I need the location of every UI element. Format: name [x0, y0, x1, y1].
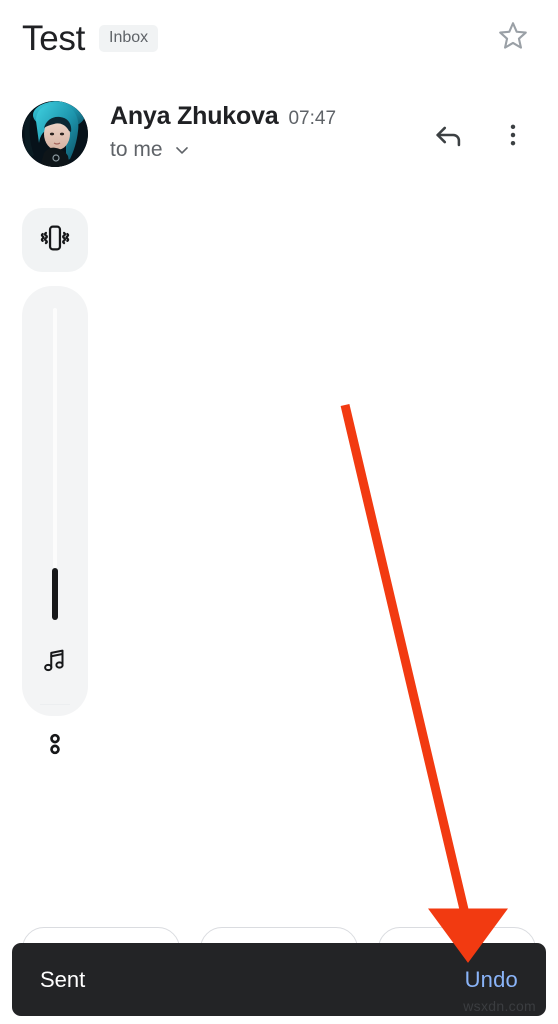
avatar[interactable] [22, 101, 88, 167]
sender-name-row: Anya Zhukova 07:47 [110, 102, 336, 131]
message-overflow-button[interactable] [490, 114, 536, 160]
chevron-down-icon[interactable] [172, 140, 192, 160]
snackbar-message: Sent [40, 966, 86, 992]
reply-button[interactable] [426, 114, 472, 160]
ringer-mode-vibrate-button[interactable] [22, 208, 88, 272]
vibrate-icon [38, 221, 72, 260]
volume-slider-card[interactable] [22, 286, 88, 754]
volume-slider-track[interactable] [53, 308, 57, 568]
snackbar: Sent Undo wsxdn.com [12, 943, 546, 1016]
email-thread-screen: Test Inbox Anya Zhukova 07:47 to me Sent… [0, 0, 558, 1024]
subject-row: Test Inbox [0, 0, 558, 76]
volume-slider-thumb[interactable] [52, 568, 58, 620]
panel-divider [40, 704, 70, 705]
recipient-row[interactable]: to me [110, 138, 336, 162]
recipient-label: to me [110, 138, 163, 161]
music-note-icon [40, 646, 70, 681]
avatar-image [22, 101, 88, 167]
message-actions [426, 96, 536, 160]
page-title: Test [22, 18, 85, 58]
volume-panel [22, 208, 88, 754]
message-timestamp: 07:47 [288, 108, 337, 129]
volume-settings-button[interactable] [22, 716, 88, 776]
volume-more-icon [43, 728, 67, 765]
watermark: wsxdn.com [463, 998, 536, 1014]
more-vertical-icon [499, 121, 527, 154]
volume-stream-button[interactable] [22, 646, 88, 681]
sender-details: Anya Zhukova 07:47 to me [110, 96, 336, 162]
star-button[interactable] [490, 15, 536, 61]
star-outline-icon [496, 19, 530, 58]
label-chip-inbox[interactable]: Inbox [99, 24, 159, 52]
sender-name: Anya Zhukova [110, 102, 279, 130]
undo-button[interactable]: Undo [465, 967, 518, 993]
sender-row: Anya Zhukova 07:47 to me [0, 96, 558, 192]
reply-arrow-icon [432, 118, 466, 157]
